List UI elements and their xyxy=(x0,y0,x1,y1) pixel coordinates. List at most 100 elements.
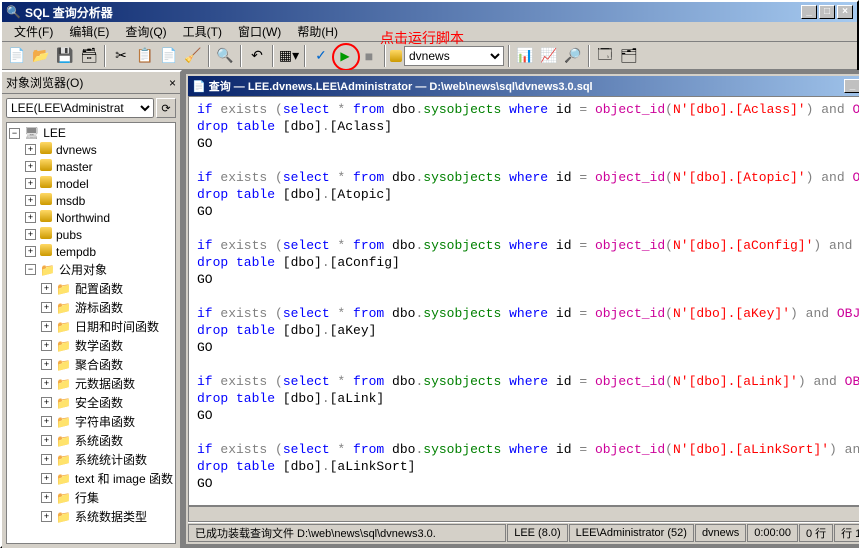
new-query-button[interactable]: 📄 xyxy=(6,45,28,67)
tree-folder[interactable]: + 📁 数学函数 xyxy=(9,336,173,355)
tree-database[interactable]: +model xyxy=(9,175,173,192)
expand-icon[interactable]: + xyxy=(41,378,52,389)
tree-database[interactable]: +dvnews xyxy=(9,141,173,158)
execute-button[interactable]: ▶ xyxy=(334,45,356,67)
menu-file[interactable]: 文件(F) xyxy=(6,21,61,42)
tree-folder[interactable]: +📁系统统计函数 xyxy=(9,450,173,469)
separator xyxy=(240,45,242,67)
paste-button[interactable]: 📄 xyxy=(158,45,180,67)
sidebar-close-button[interactable]: × xyxy=(169,76,176,90)
folder-icon: 📁 xyxy=(56,491,71,505)
expand-icon[interactable]: + xyxy=(41,397,52,408)
tree-database[interactable]: + Northwind xyxy=(9,209,173,226)
tree-folder[interactable]: +📁配置函数 xyxy=(9,279,173,298)
database-select[interactable]: dvnews xyxy=(404,46,504,66)
tree-folder[interactable]: +📁系统函数 xyxy=(9,431,173,450)
tree-database[interactable]: +msdb xyxy=(9,192,173,209)
expand-icon[interactable]: + xyxy=(41,321,52,332)
sql-editor[interactable]: if exists (select * from dbo.sysobjects … xyxy=(188,96,859,506)
tree-folder[interactable]: +📁字符串函数 xyxy=(9,412,173,431)
expand-icon[interactable]: + xyxy=(41,359,52,370)
expand-icon[interactable]: + xyxy=(25,229,36,240)
horizontal-scrollbar[interactable] xyxy=(188,506,859,522)
app-icon: 🔍 xyxy=(6,5,21,19)
expand-icon[interactable]: + xyxy=(41,302,52,313)
tree-label: Northwind xyxy=(56,211,110,225)
database-icon xyxy=(390,50,402,62)
expand-icon[interactable]: + xyxy=(25,144,36,155)
status-database: dvnews xyxy=(695,524,746,542)
refresh-button[interactable]: ⟳ xyxy=(156,98,176,118)
copy-button[interactable]: 📋 xyxy=(134,45,156,67)
tree-database[interactable]: + pubs xyxy=(9,226,173,243)
expand-icon[interactable]: + xyxy=(41,454,52,465)
menu-tools[interactable]: 工具(T) xyxy=(175,21,230,42)
query-minimize-button[interactable]: _ xyxy=(844,79,859,93)
stop-button[interactable]: ■ xyxy=(358,45,380,67)
object-tree[interactable]: − 🖥 LEE +dvnews+master+model+msdb+Northw… xyxy=(6,122,176,544)
collapse-icon[interactable]: − xyxy=(25,264,36,275)
open-button[interactable]: 📂 xyxy=(30,45,52,67)
window-button[interactable]: 🗔 xyxy=(594,45,616,67)
clear-button[interactable]: 🧹 xyxy=(182,45,204,67)
trace-button[interactable]: 📈 xyxy=(538,45,560,67)
tree-label: 聚合函数 xyxy=(75,356,123,373)
expand-icon[interactable]: + xyxy=(25,195,36,206)
index-button[interactable]: 🔎 xyxy=(562,45,584,67)
close-button[interactable]: × xyxy=(837,5,853,19)
folder-icon: 📁 xyxy=(56,301,71,315)
minimize-button[interactable]: _ xyxy=(801,5,817,19)
menu-window[interactable]: 窗口(W) xyxy=(230,21,289,42)
tree-label: 数学函数 xyxy=(75,337,123,354)
folder-icon: 📁 xyxy=(56,415,71,429)
status-message: 已成功装载查询文件 D:\web\news\sql\dvnews3.0. xyxy=(188,524,506,542)
maximize-button[interactable]: □ xyxy=(819,5,835,19)
expand-icon[interactable]: + xyxy=(41,435,52,446)
tree-folder[interactable]: +📁安全函数 xyxy=(9,393,173,412)
separator xyxy=(508,45,510,67)
annotation-text: 点击运行脚本 xyxy=(380,28,464,48)
tree-folder[interactable]: +📁日期和时间函数 xyxy=(9,317,173,336)
expand-icon[interactable]: + xyxy=(41,473,52,484)
folder-icon: 📁 xyxy=(56,339,71,353)
expand-icon[interactable]: + xyxy=(25,246,36,257)
tree-label: pubs xyxy=(56,228,82,242)
parse-button[interactable]: ✓ xyxy=(310,45,332,67)
save-all-button[interactable]: 🗃 xyxy=(78,45,100,67)
object-browser-button[interactable]: 🗂 xyxy=(618,45,640,67)
save-button[interactable]: 💾 xyxy=(54,45,76,67)
tree-database[interactable]: + tempdb xyxy=(9,243,173,260)
menu-edit[interactable]: 编辑(E) xyxy=(61,21,117,42)
tree-folder[interactable]: +📁游标函数 xyxy=(9,298,173,317)
tree-folder[interactable]: +📁元数据函数 xyxy=(9,374,173,393)
status-time: 0:00:00 xyxy=(747,524,798,542)
tree-folder[interactable]: +📁聚合函数 xyxy=(9,355,173,374)
cut-button[interactable]: ✂ xyxy=(110,45,132,67)
tree-database[interactable]: +master xyxy=(9,158,173,175)
expand-icon[interactable]: + xyxy=(25,161,36,172)
tree-folder[interactable]: +📁行集 xyxy=(9,488,173,507)
menu-query[interactable]: 查询(Q) xyxy=(117,21,174,42)
expand-icon[interactable]: + xyxy=(41,492,52,503)
mode-button[interactable]: ▦▾ xyxy=(278,45,300,67)
window-title: SQL 查询分析器 xyxy=(25,4,801,21)
collapse-icon[interactable]: − xyxy=(9,128,20,139)
tree-label: tempdb xyxy=(56,245,96,259)
tree-root[interactable]: − 🖥 LEE xyxy=(9,125,173,141)
server-select[interactable]: LEE(LEE\Administrat xyxy=(6,98,154,118)
menu-help[interactable]: 帮助(H) xyxy=(289,21,346,42)
expand-icon[interactable]: + xyxy=(41,340,52,351)
find-button[interactable]: 🔍 xyxy=(214,45,236,67)
expand-icon[interactable]: + xyxy=(41,511,52,522)
tree-folder[interactable]: +📁text 和 image 函数 xyxy=(9,469,173,488)
tree-common-objects[interactable]: − 📁 公用对象 xyxy=(9,260,173,279)
plan-button[interactable]: 📊 xyxy=(514,45,536,67)
expand-icon[interactable]: + xyxy=(41,283,52,294)
expand-icon[interactable]: + xyxy=(41,416,52,427)
tree-label: 元数据函数 xyxy=(75,375,135,392)
tree-folder[interactable]: +📁系统数据类型 xyxy=(9,507,173,526)
expand-icon[interactable]: + xyxy=(25,212,36,223)
separator xyxy=(588,45,590,67)
undo-button[interactable]: ↶ xyxy=(246,45,268,67)
expand-icon[interactable]: + xyxy=(25,178,36,189)
